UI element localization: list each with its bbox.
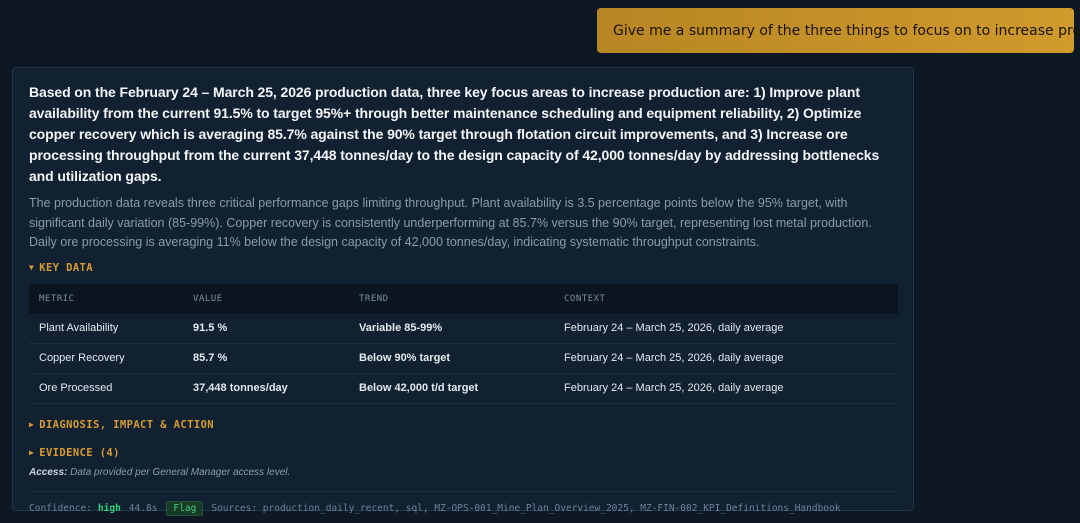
context-cell: February 24 – March 25, 2026, daily aver… xyxy=(554,343,898,374)
triangle-right-icon: ▶ xyxy=(29,420,35,429)
table-row: Plant Availability 91.5 % Variable 85-99… xyxy=(29,313,898,344)
context-cell: February 24 – March 25, 2026, daily aver… xyxy=(554,373,898,404)
triangle-down-icon: ▼ xyxy=(29,263,35,272)
response-time: 44.8s xyxy=(128,502,158,514)
user-message: Give me a summary of the three things to… xyxy=(597,8,1080,53)
value-cell: 85.7 % xyxy=(183,343,349,374)
column-header-context: CONTEXT xyxy=(554,283,898,314)
key-data-label: KEY DATA xyxy=(39,261,93,274)
triangle-right-icon: ▶ xyxy=(29,448,35,457)
trend-cell: Below 90% target xyxy=(349,343,554,374)
metric-cell: Plant Availability xyxy=(29,313,183,344)
access-text: Data provided per General Manager access… xyxy=(70,466,291,478)
response-headline: Based on the February 24 – March 25, 202… xyxy=(29,84,880,184)
trend-cell: Below 42,000 t/d target xyxy=(349,373,554,404)
metric-cell: Ore Processed xyxy=(29,373,183,404)
context-cell: February 24 – March 25, 2026, daily aver… xyxy=(554,313,898,344)
metric-cell: Copper Recovery xyxy=(29,343,183,374)
user-message-text: Give me a summary of the three things to… xyxy=(613,22,1080,39)
confidence-value: high xyxy=(97,502,121,514)
key-data-toggle[interactable]: ▼ KEY DATA xyxy=(29,262,897,274)
confidence-label: Confidence: xyxy=(29,502,92,514)
table-row: Copper Recovery 85.7 % Below 90% target … xyxy=(29,343,898,374)
trend-cell: Variable 85-99% xyxy=(349,313,554,344)
key-data-table: METRIC VALUE TREND CONTEXT Plant Availab… xyxy=(29,283,898,404)
assistant-response-card: Based on the February 24 – March 25, 202… xyxy=(12,67,914,516)
evidence-toggle[interactable]: ▶ EVIDENCE (4) xyxy=(29,447,897,459)
column-header-metric: METRIC xyxy=(29,283,183,314)
value-cell: 37,448 tonnes/day xyxy=(183,373,349,404)
evidence-label: EVIDENCE (4) xyxy=(39,446,120,459)
sources-list: Sources: production_daily_recent, sql, M… xyxy=(211,502,841,514)
diagnosis-toggle[interactable]: ▶ DIAGNOSIS, IMPACT & ACTION xyxy=(29,419,897,431)
table-row: Ore Processed 37,448 tonnes/day Below 42… xyxy=(29,373,898,404)
diagnosis-label: DIAGNOSIS, IMPACT & ACTION xyxy=(39,418,214,431)
response-footer: Confidence: high 44.8s Flag Sources: pro… xyxy=(29,490,897,516)
response-description: The production data reveals three critic… xyxy=(29,196,872,249)
value-cell: 91.5 % xyxy=(183,313,349,344)
column-header-value: VALUE xyxy=(183,283,349,314)
access-label: Access: xyxy=(29,466,68,478)
flag-button[interactable]: Flag xyxy=(166,500,204,516)
column-header-trend: TREND xyxy=(349,283,554,314)
access-note: Access: Data provided per General Manage… xyxy=(29,467,897,478)
table-header-row: METRIC VALUE TREND CONTEXT xyxy=(29,283,898,314)
